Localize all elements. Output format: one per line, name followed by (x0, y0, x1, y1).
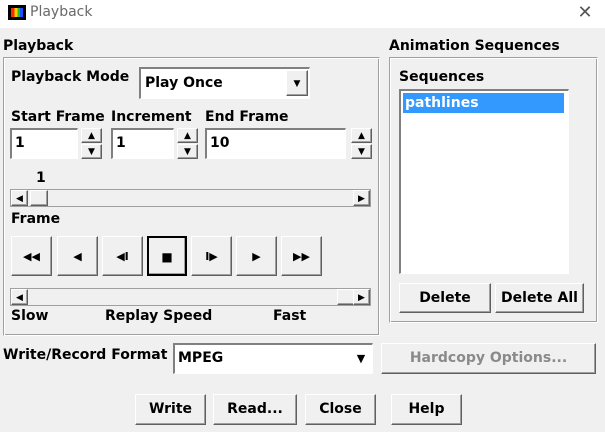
speed-slider-left-icon[interactable]: ◀ (11, 289, 28, 305)
end-frame-input[interactable]: 10 (205, 128, 346, 159)
fast-forward-button[interactable]: ▶▶ (281, 236, 322, 276)
start-frame-label: Start Frame (11, 109, 105, 125)
hardcopy-options-button[interactable]: Hardcopy Options... (381, 343, 596, 374)
stop-icon: ■ (161, 250, 173, 264)
format-dropdown[interactable]: MPEG ▼ (173, 343, 373, 374)
sequences-label: Sequences (399, 69, 485, 85)
fluent-app-icon (8, 5, 26, 20)
prev-frame-icon: ◀I (116, 250, 129, 263)
play-button[interactable]: ▶ (236, 236, 277, 276)
rewind-button[interactable]: ◀◀ (11, 236, 52, 276)
help-button[interactable]: Help (391, 394, 462, 425)
replay-speed-slider[interactable]: ◀ ▶ (10, 288, 371, 306)
delete-all-button[interactable]: Delete All (495, 283, 584, 313)
frame-slider-left-icon[interactable]: ◀ (11, 190, 28, 206)
frame-slider-thumb[interactable] (30, 190, 48, 206)
end-frame-up-icon[interactable]: ▲ (351, 128, 372, 143)
next-frame-icon: I▶ (205, 250, 218, 263)
chevron-down-icon[interactable]: ▼ (286, 70, 308, 96)
speed-slow-label: Slow (11, 308, 49, 324)
increment-input[interactable]: 1 (111, 128, 174, 159)
chevron-down-icon[interactable]: ▼ (354, 353, 368, 367)
sequences-list[interactable]: pathlines (399, 89, 569, 274)
close-icon[interactable]: ✕ (574, 2, 596, 24)
playback-mode-dropdown[interactable]: Play Once ▼ (139, 67, 310, 99)
increment-down-icon[interactable]: ▼ (177, 144, 198, 159)
delete-button[interactable]: Delete (399, 283, 491, 313)
speed-slider-right-icon[interactable]: ▶ (353, 289, 370, 305)
playback-mode-value: Play Once (145, 75, 223, 91)
play-icon: ▶ (252, 250, 261, 263)
speed-fast-label: Fast (273, 308, 307, 324)
frame-value-label: 1 (36, 170, 46, 186)
replay-speed-label: Replay Speed (105, 308, 213, 324)
list-item[interactable]: pathlines (403, 93, 564, 113)
step-back-button[interactable]: ◀ (57, 236, 98, 276)
step-back-icon: ◀ (73, 250, 82, 263)
playback-group-label: Playback (3, 38, 74, 54)
format-label: Write/Record Format (3, 347, 168, 363)
start-frame-input[interactable]: 1 (10, 128, 78, 159)
start-frame-up-icon[interactable]: ▲ (81, 128, 102, 143)
close-button[interactable]: Close (305, 394, 376, 425)
stop-button[interactable]: ■ (147, 236, 187, 276)
frame-slider[interactable]: ◀ ▶ (10, 189, 371, 207)
write-button[interactable]: Write (135, 394, 206, 425)
prev-frame-button[interactable]: ◀I (102, 236, 143, 276)
window-title: Playback (30, 4, 93, 20)
frame-slider-right-icon[interactable]: ▶ (353, 190, 370, 206)
read-button[interactable]: Read... (213, 394, 297, 425)
fast-forward-icon: ▶▶ (293, 250, 310, 263)
frame-label: Frame (11, 211, 61, 227)
increment-up-icon[interactable]: ▲ (177, 128, 198, 143)
increment-label: Increment (111, 109, 192, 125)
end-frame-label: End Frame (205, 109, 289, 125)
playback-mode-label: Playback Mode (11, 69, 130, 85)
rewind-icon: ◀◀ (23, 250, 40, 263)
next-frame-button[interactable]: I▶ (191, 236, 232, 276)
end-frame-down-icon[interactable]: ▼ (351, 144, 372, 159)
format-value: MPEG (178, 350, 224, 366)
start-frame-down-icon[interactable]: ▼ (81, 144, 102, 159)
animation-group-label: Animation Sequences (389, 38, 560, 54)
